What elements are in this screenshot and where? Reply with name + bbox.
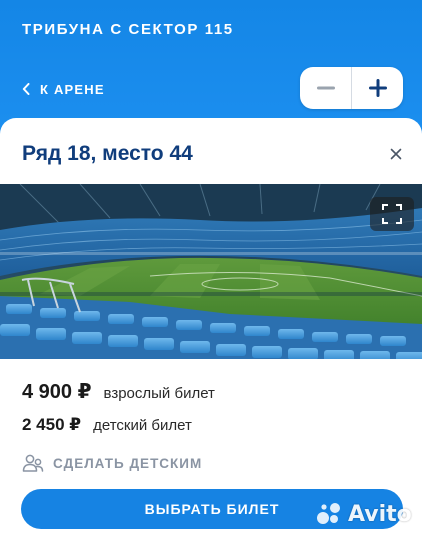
child-price-amount: 2 450 ₽ (22, 415, 82, 434)
stadium-seat-view-image (0, 184, 422, 359)
child-price-row: 2 450 ₽ детский билет (22, 415, 192, 435)
close-button[interactable] (388, 146, 404, 162)
avito-logo-icon (317, 503, 340, 524)
adult-price-label: взрослый билет (103, 385, 215, 402)
users-icon (22, 454, 44, 472)
close-icon (390, 148, 402, 160)
make-child-ticket-link[interactable]: СДЕЛАТЬ ДЕТСКИМ (22, 453, 202, 473)
avito-watermark: Avito (316, 500, 412, 528)
stadium-seat-photo (0, 184, 422, 359)
adult-price-amount: 4 900 ₽ (22, 381, 92, 403)
adult-price-row: 4 900 ₽ взрослый билет (22, 379, 215, 404)
zoom-control (300, 67, 403, 109)
avito-watermark-text: Avito (348, 501, 412, 527)
fullscreen-icon (382, 204, 402, 224)
chevron-left-icon (22, 83, 30, 95)
back-to-arena-link[interactable]: К АРЕНЕ (22, 79, 105, 99)
child-price-label: детский билет (93, 417, 192, 434)
minus-icon (316, 86, 335, 90)
zoom-out-button[interactable] (300, 67, 351, 109)
plus-icon (368, 79, 387, 97)
sector-title: ТРИБУНА С СЕКТОР 115 (22, 21, 234, 38)
fullscreen-button[interactable] (370, 197, 414, 231)
make-child-label: СДЕЛАТЬ ДЕТСКИМ (53, 455, 203, 471)
seat-card: Ряд 18, место 44 4 900 ₽ взрослый билет … (0, 118, 422, 540)
zoom-in-button[interactable] (352, 67, 403, 109)
seat-title: Ряд 18, место 44 (22, 142, 193, 165)
back-link-label: К АРЕНЕ (40, 81, 105, 97)
